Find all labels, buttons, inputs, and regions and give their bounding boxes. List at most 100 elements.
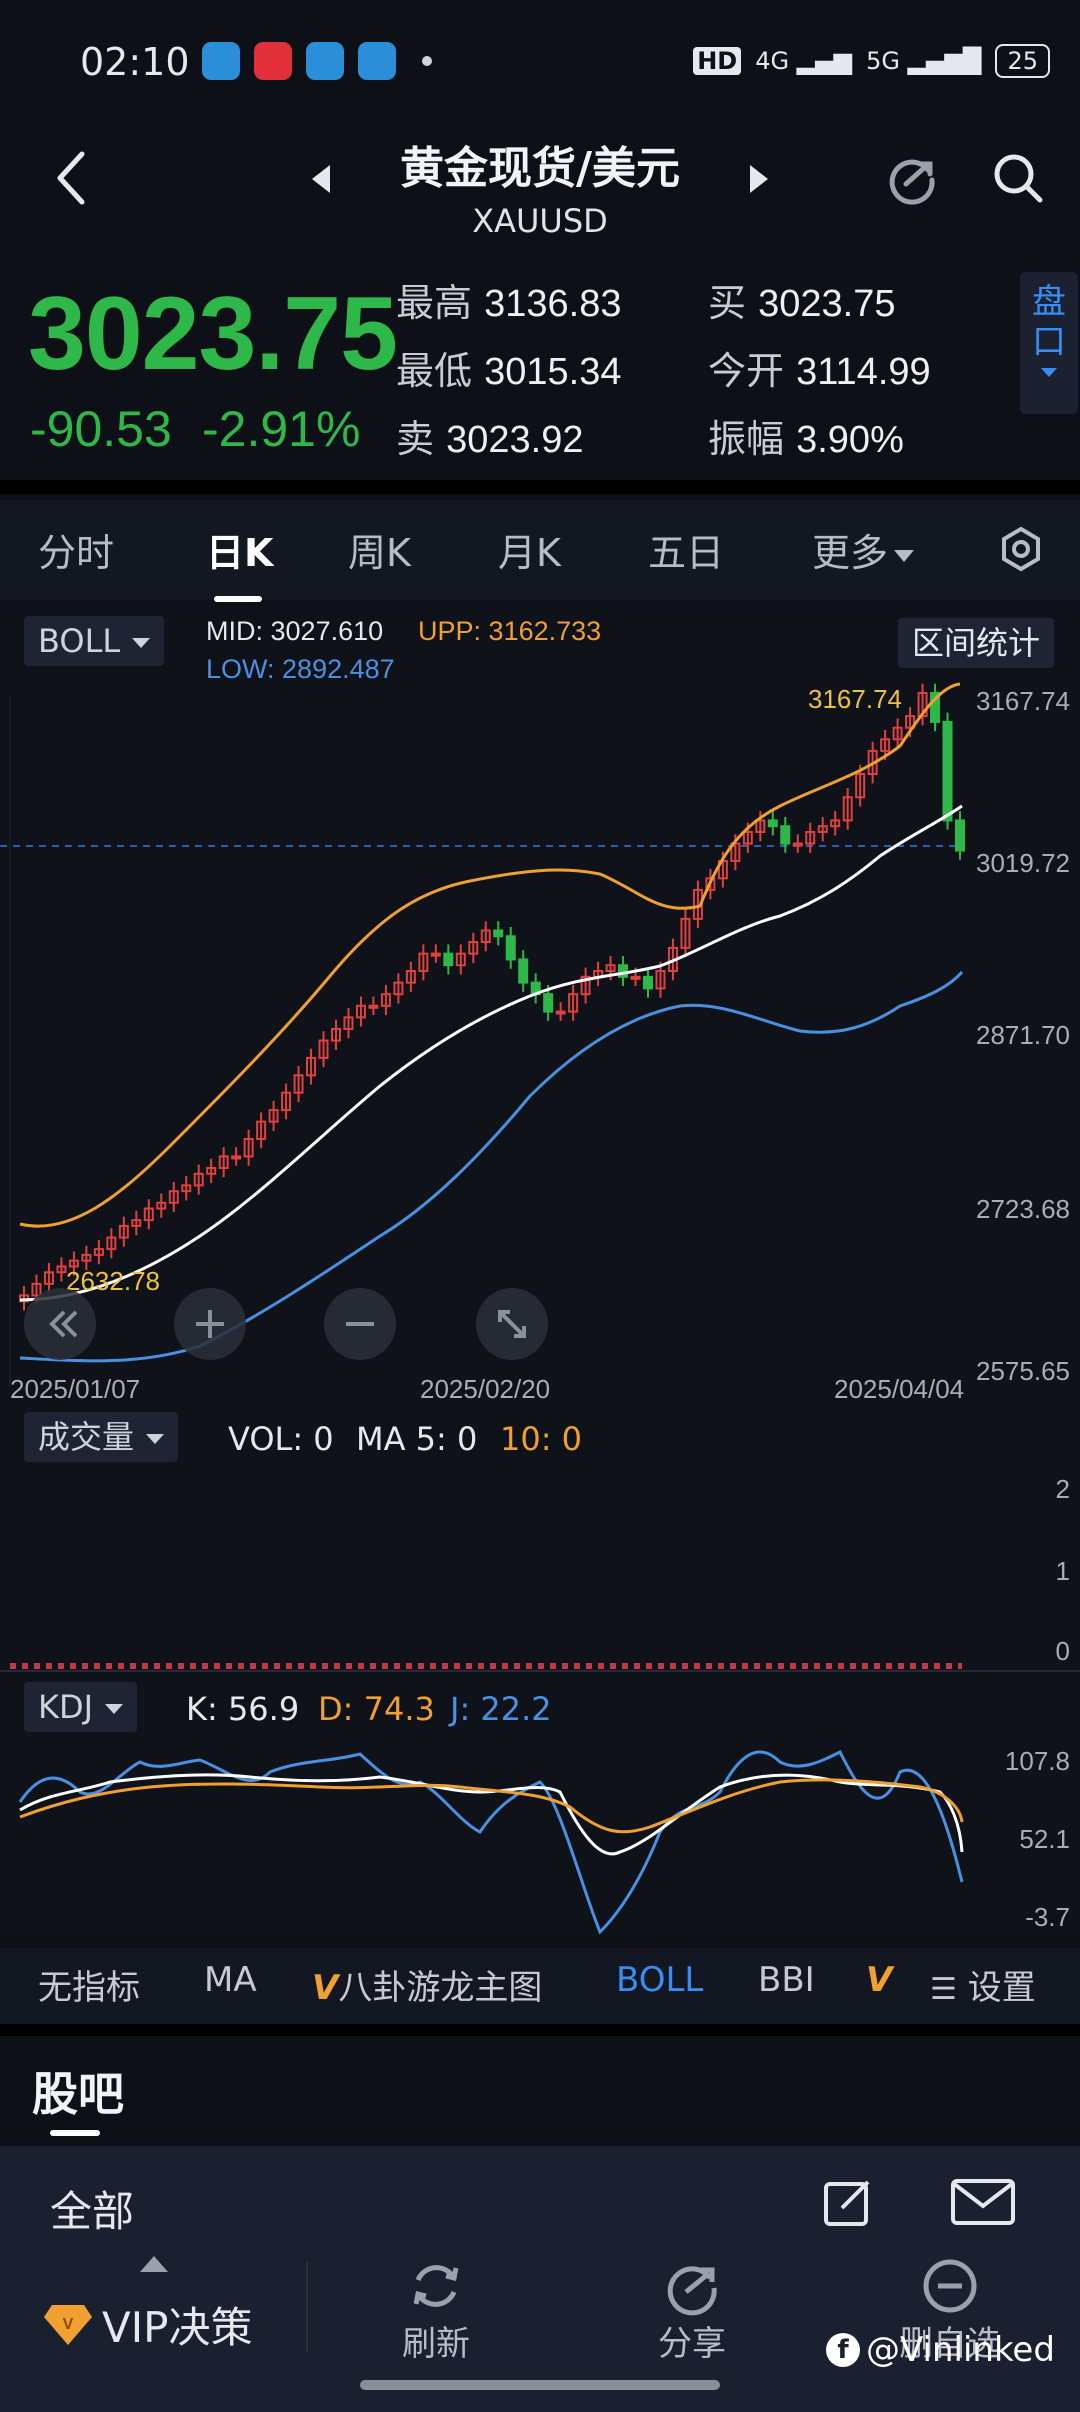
- kdj-indicator-dropdown[interactable]: KDJ: [24, 1682, 138, 1732]
- vol-axis-label: 1: [1055, 1556, 1070, 1586]
- divider: [0, 480, 1080, 494]
- kdj-j: J: 22.2: [450, 1690, 552, 1728]
- pankou-button[interactable]: 盘口: [1020, 272, 1078, 414]
- facebook-icon: f: [826, 2333, 860, 2367]
- refresh-share-icon[interactable]: [884, 150, 940, 206]
- hd-icon: HD: [693, 47, 742, 75]
- y-axis-label: 2723.68: [976, 1194, 1070, 1224]
- indicator-bbi[interactable]: BBI: [758, 1960, 815, 2000]
- last-price: 3023.75: [28, 276, 398, 392]
- share-button[interactable]: 分享: [642, 2256, 742, 2365]
- indicator-boll[interactable]: BOLL: [616, 1960, 703, 2000]
- kdj-d-line: [19, 1778, 964, 1834]
- open-value: 3114.99: [796, 351, 931, 393]
- guba-title[interactable]: 股吧: [32, 2058, 124, 2124]
- tab-daily-k[interactable]: 日K: [206, 522, 273, 577]
- boll-upp: UPP: 3162.733: [418, 616, 602, 646]
- vip-v-icon: V: [312, 1968, 339, 2008]
- candle-body: [955, 819, 965, 852]
- vip-decision-button[interactable]: V VIP决策: [42, 2294, 252, 2355]
- tab-five-day[interactable]: 五日: [648, 522, 724, 577]
- vol-axis-label: 0: [1055, 1636, 1070, 1666]
- candle-body: [630, 975, 641, 980]
- app-notification-icon: [358, 42, 396, 80]
- y-axis-label: 3019.72: [976, 848, 1070, 878]
- caret-down-icon: [894, 549, 915, 562]
- watermark: f @Vinlinked: [826, 2330, 1055, 2370]
- guba-section: [0, 2036, 1080, 2146]
- gear-icon[interactable]: [998, 526, 1044, 572]
- main-indicator-dropdown[interactable]: BOLL: [24, 616, 165, 666]
- tab-weekly-k[interactable]: 周K: [348, 522, 411, 577]
- signal-5g-icon: 5G ▂▄▆█: [866, 47, 982, 75]
- kdj-axis-label: -3.7: [1025, 1902, 1070, 1932]
- scroll-left-icon[interactable]: [22, 1286, 98, 1362]
- indicator-bagua[interactable]: V八卦游龙主图: [312, 1960, 542, 2009]
- candle-body: [543, 993, 554, 1013]
- kdj-axis-label: 52.1: [1019, 1824, 1070, 1854]
- status-bar: 02:10 HD 4G ▂▄▆ 5G ▂▄▆█ 25: [0, 0, 1080, 120]
- indicator-none[interactable]: 无指标: [38, 1960, 140, 2009]
- sell-value: 3023.92: [446, 419, 584, 461]
- vip-v-icon: V: [866, 1960, 893, 2000]
- tab-more[interactable]: 更多: [812, 522, 915, 577]
- kdj-axis-label: 107.8: [1004, 1746, 1070, 1776]
- caret-up-icon[interactable]: [140, 2256, 168, 2272]
- high-row: 最高 3136.83: [396, 281, 622, 325]
- indicator-settings[interactable]: ☰ 设置: [930, 1960, 1036, 2009]
- amplitude-row: 振幅 3.90%: [708, 417, 904, 461]
- boll-upper-line: [19, 682, 961, 1228]
- candle-body: [643, 975, 653, 990]
- volume-indicator-dropdown[interactable]: 成交量: [24, 1412, 179, 1462]
- low-value: 3015.34: [484, 351, 622, 393]
- y-axis-label: 2575.65: [976, 1356, 1070, 1386]
- boll-mid: MID: 3027.610: [206, 616, 384, 646]
- candle-body: [942, 720, 953, 822]
- battery-icon: 25: [995, 44, 1050, 78]
- guba-filter-bar: [0, 2146, 1080, 2246]
- app-notification-icon: [202, 42, 240, 80]
- fullscreen-icon[interactable]: [474, 1286, 550, 1362]
- message-icon[interactable]: [950, 2178, 1016, 2226]
- zoom-out-icon[interactable]: [322, 1286, 398, 1362]
- tab-intraday[interactable]: 分时: [38, 522, 114, 577]
- price-change: -90.53: [30, 401, 172, 457]
- vol-value: VOL: 0: [228, 1420, 334, 1458]
- candle-body: [555, 1010, 566, 1015]
- tab-monthly-k[interactable]: 月K: [498, 522, 561, 577]
- sell-row: 卖 3023.92: [396, 417, 584, 461]
- candle-body: [780, 825, 791, 845]
- divider: [0, 1670, 1080, 1672]
- divider: [306, 2262, 308, 2352]
- search-icon[interactable]: [990, 150, 1046, 206]
- minus-circle-icon: [923, 2259, 977, 2313]
- y-axis-label: 3167.74: [976, 686, 1070, 716]
- clock: 02:10: [80, 40, 190, 84]
- candle-body: [443, 952, 454, 967]
- signal-4g-icon: 4G ▂▄▆: [755, 47, 853, 75]
- candle-body: [231, 1155, 242, 1160]
- refresh-button[interactable]: 刷新: [386, 2256, 486, 2365]
- candle-body: [767, 819, 778, 828]
- low-row: 最低 3015.34: [396, 349, 622, 393]
- edit-post-icon[interactable]: [820, 2174, 876, 2230]
- range-stats-button[interactable]: 区间统计: [898, 618, 1055, 668]
- vol-ma5: MA 5: 0: [356, 1420, 478, 1458]
- filter-all[interactable]: 全部: [50, 2178, 134, 2239]
- x-axis-label: 2025/04/04: [834, 1374, 965, 1404]
- next-symbol-icon[interactable]: [750, 165, 768, 193]
- kdj-chart: [18, 1749, 964, 1935]
- x-axis-label: 2025/01/07: [10, 1374, 141, 1404]
- y-axis-label: 2871.70: [976, 1020, 1070, 1050]
- high-value: 3136.83: [484, 283, 622, 325]
- share-icon: [667, 2266, 717, 2316]
- indicator-ma[interactable]: MA: [204, 1960, 257, 2000]
- zoom-in-icon[interactable]: [172, 1286, 248, 1362]
- svg-text:V: V: [63, 2316, 74, 2333]
- kdj-k: K: 56.9: [186, 1690, 300, 1728]
- symbol-code: XAUUSD: [472, 202, 608, 240]
- price-change-pct: -2.91%: [202, 401, 361, 457]
- divider: [0, 2024, 1080, 2036]
- open-row: 今开 3114.99: [708, 349, 931, 393]
- candle-body: [430, 952, 441, 957]
